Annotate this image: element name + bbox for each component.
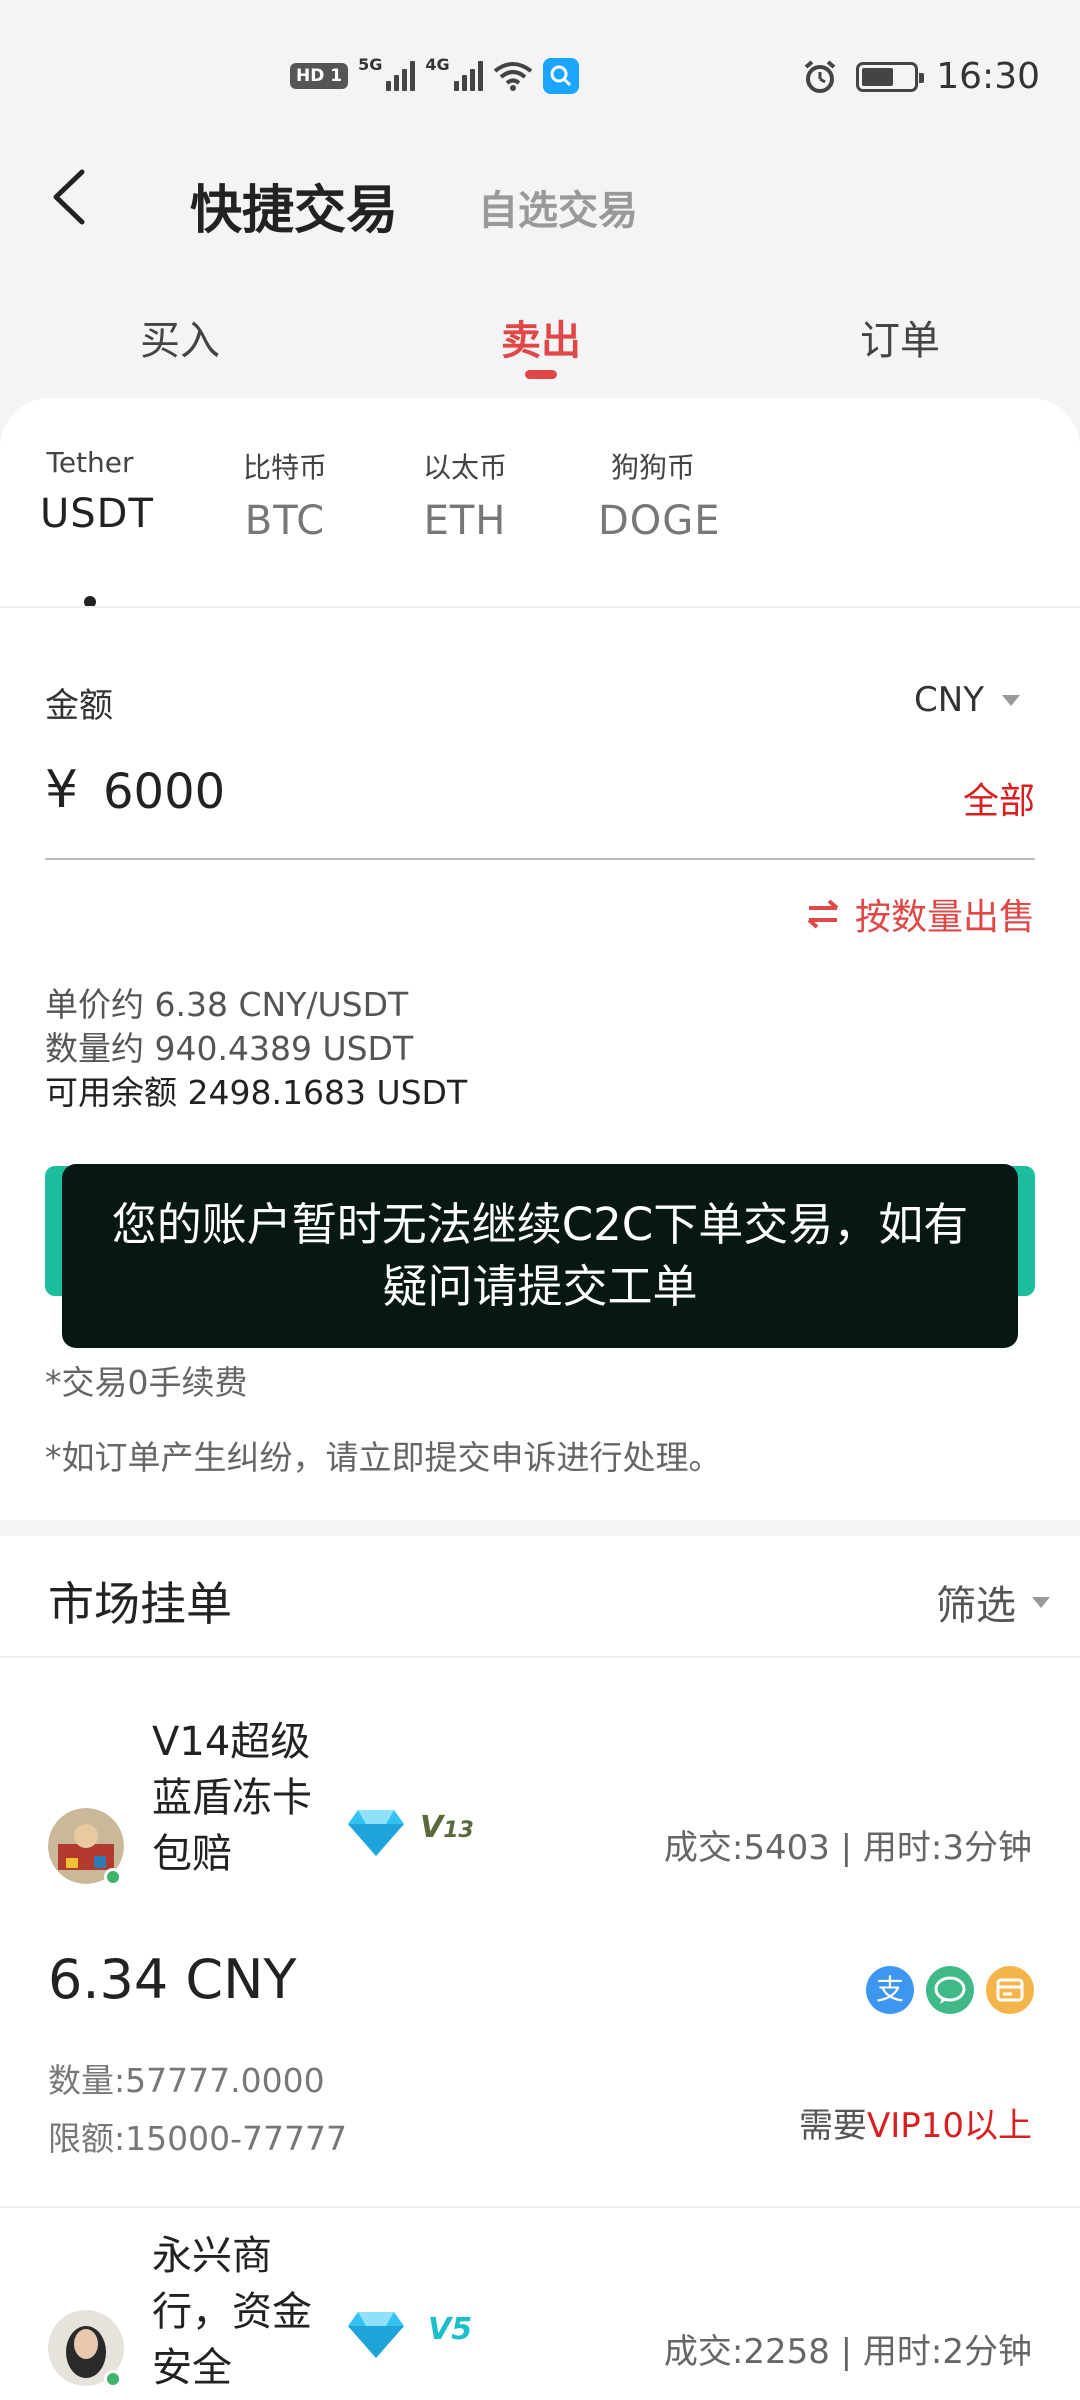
status-bar: HD 1 5G 4G 16:30 — [0, 0, 1080, 160]
coin-code-label: BTC — [244, 498, 326, 544]
trade-stats: 成交:5403 | 用时:3分钟 — [663, 1828, 1032, 1868]
wifi-icon — [493, 62, 532, 91]
online-status-dot — [104, 2370, 122, 2388]
coin-sub-label: Tether — [46, 446, 134, 479]
vip-prefix: 需要 — [798, 2106, 867, 2146]
unit-price-label: 单价约 — [45, 985, 144, 1024]
fee-note: *交易0手续费 — [45, 1363, 248, 1402]
bank-card-icon — [986, 1966, 1034, 2014]
currency-value: CNY — [914, 680, 984, 720]
status-right: 16:30 — [802, 56, 1040, 97]
coin-btc[interactable]: 比特币 BTC — [240, 446, 330, 544]
battery-icon — [856, 61, 925, 92]
sell-by-quantity-label: 按数量出售 — [854, 897, 1035, 938]
trade-stats: 成交:2258 | 用时:2分钟 — [663, 2332, 1032, 2372]
section-separator — [0, 1520, 1080, 1536]
input-underline — [45, 858, 1035, 860]
chevron-down-icon — [1032, 1596, 1050, 1608]
amount-label: 金额 — [45, 686, 113, 726]
online-status-dot — [104, 1868, 122, 1886]
signal-icon — [453, 61, 483, 91]
listing-quantity: 数量:57777.0000 — [48, 2061, 325, 2100]
net-5g-label: 5G — [358, 54, 383, 74]
filter-label: 筛选 — [936, 1583, 1016, 1629]
sell-by-quantity-toggle[interactable]: 按数量出售 — [805, 888, 1035, 940]
coin-eth[interactable]: 以太币 ETH — [420, 446, 510, 544]
error-toast: 您的账户暂时无法继续C2C下单交易，如有疑问请提交工单 — [62, 1164, 1018, 1348]
market-title: 市场挂单 — [48, 1577, 232, 1631]
market-listing[interactable]: V14超级 蓝盾冻卡 包赔 V13 成交:5403 | 用时:3分钟 6.34 … — [0, 1698, 1080, 2198]
back-arrow-icon[interactable] — [44, 162, 104, 232]
diamond-icon — [348, 1810, 404, 1856]
coin-code-label: USDT — [40, 491, 154, 537]
diamond-icon — [348, 2312, 404, 2358]
signal-icon — [386, 61, 416, 91]
amount-input[interactable]: 6000 — [103, 764, 225, 820]
yen-symbol: ¥ — [45, 760, 79, 820]
coin-sub-label: 以太币 — [422, 451, 507, 484]
merchant-name[interactable]: 永兴商 行，资金 安全 — [152, 2228, 352, 2396]
amount-input-row: ¥ 6000 全部 — [45, 760, 1035, 840]
tab-buy[interactable]: 买入 — [80, 308, 280, 366]
coin-code-label: ETH — [423, 498, 507, 544]
search-app-icon — [542, 58, 579, 94]
unit-price-value: 6.38 CNY/USDT — [154, 985, 409, 1024]
custom-trade-tab[interactable]: 自选交易 — [478, 178, 638, 236]
coin-selector: Tether USDT 比特币 BTC 以太币 ETH 狗狗币 DOGE — [40, 446, 1040, 608]
vip-requirement: 需要VIP10以上 — [799, 2098, 1032, 2147]
main-card: Tether USDT 比特币 BTC 以太币 ETH 狗狗币 DOGE 金额 … — [0, 398, 1080, 2400]
coin-usdt[interactable]: Tether USDT — [40, 446, 154, 608]
level-badge: V5 — [428, 2312, 473, 2347]
listing-limit: 限额:15000-77777 — [48, 2119, 347, 2158]
quantity-value: 940.4389 USDT — [154, 1029, 414, 1068]
active-tab-indicator — [525, 370, 557, 379]
hd-badge: HD 1 — [290, 63, 349, 89]
dispute-note: *如订单产生纠纷，请立即提交申诉进行处理。 — [45, 1438, 722, 1477]
currency-select[interactable]: CNY — [914, 680, 1020, 720]
coin-sub-label: 比特币 — [242, 451, 327, 484]
alipay-icon: 支 — [866, 1966, 914, 2014]
vip-level: VIP10以上 — [866, 2106, 1032, 2146]
coin-sub-label: 狗狗币 — [610, 451, 695, 484]
filter-button[interactable]: 筛选 — [936, 1573, 1050, 1631]
chevron-down-icon — [1002, 694, 1020, 706]
balance-row: 可用余额 2498.1683 USDT — [45, 1066, 467, 1114]
merchant-name[interactable]: V14超级 蓝盾冻卡 包赔 — [152, 1714, 352, 1882]
status-left: HD 1 5G 4G — [290, 54, 579, 94]
market-listing[interactable]: 永兴商 行，资金 安全 V5 成交:2258 | 用时:2分钟 — [0, 2206, 1080, 2400]
wechat-icon — [926, 1966, 974, 2014]
quantity-label: 数量约 — [45, 1029, 144, 1068]
tab-sell[interactable]: 卖出 — [441, 308, 641, 366]
quantity-row: 数量约 940.4389 USDT — [45, 1022, 413, 1070]
level-badge: V13 — [420, 1810, 474, 1845]
divider — [0, 1656, 1080, 1658]
unit-price-row: 单价约 6.38 CNY/USDT — [45, 978, 408, 1026]
net-4g-label: 4G — [425, 54, 450, 74]
balance-label: 可用余额 — [45, 1073, 177, 1112]
balance-value: 2498.1683 USDT — [187, 1073, 468, 1112]
coin-doge[interactable]: 狗狗币 DOGE — [598, 446, 721, 544]
page-title: 快捷交易 — [190, 181, 399, 241]
tab-orders[interactable]: 订单 — [800, 308, 1000, 366]
divider — [0, 606, 1080, 608]
coin-code-label: DOGE — [598, 498, 721, 544]
all-amount-button[interactable]: 全部 — [963, 772, 1035, 824]
alarm-icon — [804, 59, 836, 93]
clock: 16:30 — [936, 56, 1040, 97]
swap-arrows-icon — [807, 899, 839, 929]
trade-tabs: 买入 卖出 订单 — [0, 290, 1080, 390]
listing-price: 6.34 CNY — [48, 1948, 297, 2011]
top-nav: 快捷交易 自选交易 — [0, 150, 1080, 250]
